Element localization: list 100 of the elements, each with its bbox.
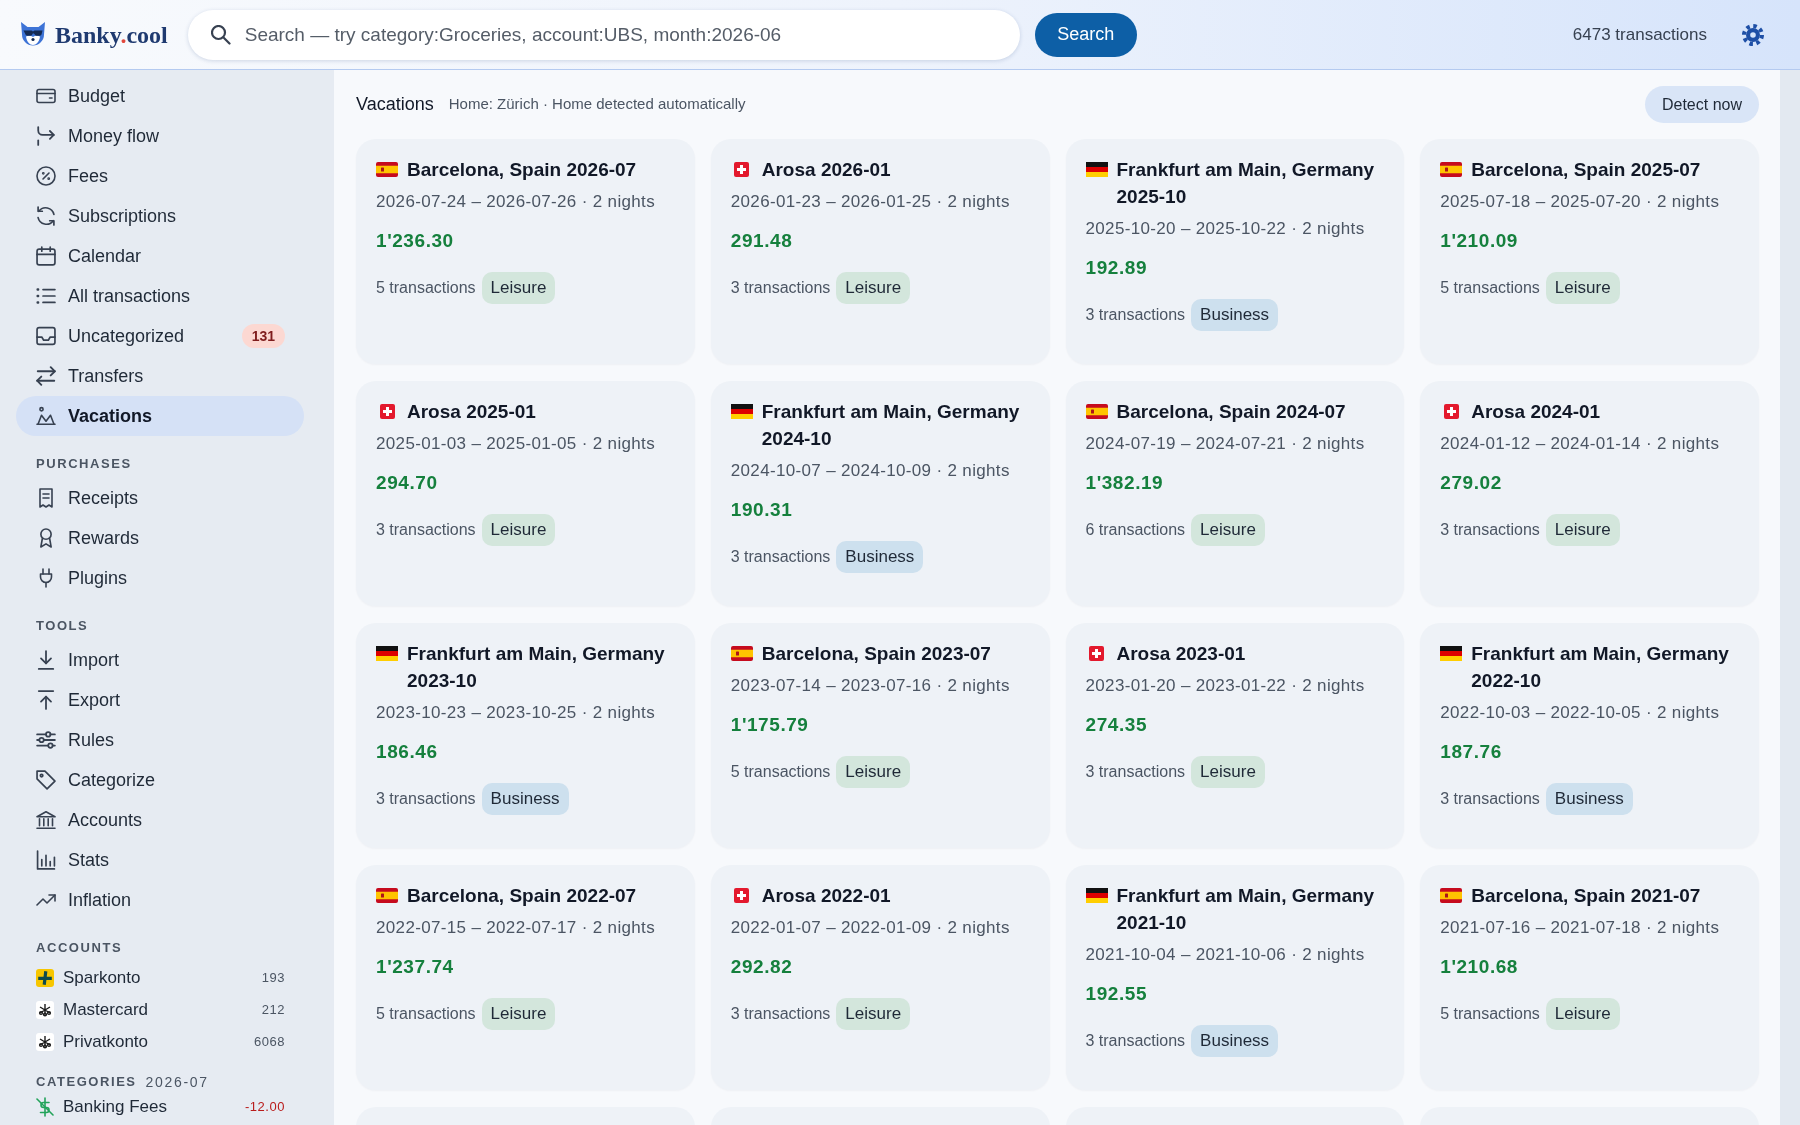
- vacation-card[interactable]: Barcelona, Spain 2021-07 2021-07-16 – 2021-07-18 · 2 nights 1'210.68 5 transactions Leisure: [1420, 865, 1759, 1090]
- nav-item[interactable]: Categorize: [16, 760, 304, 800]
- vacation-title: Frankfurt am Main, Germany 2022-10: [1471, 642, 1730, 693]
- vacation-card[interactable]: Frankfurt am Main, Germany 2022-10 2022-10-03 – 2022-10-05 · 2 nights 187.76 3 transactions Business: [1420, 623, 1759, 848]
- category-tag: Leisure: [1191, 514, 1265, 546]
- date-range: 2022-07-15 – 2022-07-17 · 2 nights: [376, 917, 657, 939]
- vacation-card[interactable]: Frankfurt am Main, Germany 2021-10 2021-10-04 – 2021-10-06 · 2 nights 192.55 3 transactions Business: [1065, 865, 1405, 1090]
- transaction-count: 5 transactions: [1440, 278, 1540, 298]
- vacation-card[interactable]: Arosa 2026-01 2026-01-23 – 2026-01-25 · 2 nights 291.48 3 transactions Leisure: [710, 139, 1050, 364]
- nav-item[interactable]: Calendar: [16, 236, 304, 276]
- total-amount: 190.31: [730, 498, 794, 522]
- transaction-count: 3 transactions: [730, 278, 831, 298]
- transaction-count: 5 transactions: [376, 1004, 476, 1024]
- vacation-card[interactable]: Arosa 2025-01 2025-01-03 – 2025-01-05 · 2 nights 294.70 3 transactions Leisure: [356, 381, 695, 606]
- spain-flag-icon: [1440, 162, 1463, 177]
- category-tag: Business: [836, 541, 924, 573]
- total-amount: 192.55: [1085, 982, 1149, 1006]
- nav-item[interactable]: Fees: [16, 156, 304, 196]
- plus-logo-icon: [36, 969, 54, 987]
- date-range: 2026-01-23 – 2026-01-25 · 2 nights: [730, 191, 1011, 213]
- section-heading: CATEGORIES: [36, 1073, 137, 1092]
- vacation-card[interactable]: Barcelona, Spain 2025-07 2025-07-18 – 2025-07-20 · 2 nights 1'210.09 5 transactions Leisure: [1420, 139, 1759, 364]
- app-logo-text[interactable]: Banky.cool: [55, 22, 168, 47]
- date-range: 2025-10-20 – 2025-10-22 · 2 nights: [1085, 218, 1366, 240]
- transaction-count: 3 transactions: [1085, 762, 1186, 782]
- date-range: 2024-10-07 – 2024-10-09 · 2 nights: [730, 460, 1011, 482]
- settings-icon[interactable]: [1742, 23, 1764, 46]
- vacation-title: Barcelona, Spain 2022-07: [407, 884, 637, 908]
- nav-item[interactable]: Plugins: [16, 558, 304, 598]
- account-count: 212: [261, 1001, 285, 1020]
- spain-flag-icon: [376, 888, 398, 903]
- mountain-icon: [36, 406, 56, 426]
- nav-item[interactable]: Inflation: [16, 880, 304, 920]
- vacation-title: Frankfurt am Main, Germany 2021-10: [1116, 884, 1376, 935]
- date-range: 2021-07-16 – 2021-07-18 · 2 nights: [1440, 917, 1721, 939]
- home-location-text: Home: Zürich · Home detected automatically: [448, 94, 746, 115]
- vacation-title: Barcelona, Spain 2023-07: [761, 642, 991, 666]
- transaction-count: 3 transactions: [1440, 789, 1540, 809]
- nav-item[interactable]: Receipts: [16, 478, 304, 518]
- vacation-card[interactable]: Barcelona, Spain 2023-07 2023-07-14 – 2023-07-16 · 2 nights 1'175.79 5 transactions Leisure: [710, 623, 1050, 848]
- dollar-icon: [36, 1097, 54, 1117]
- vacation-card[interactable]: Barcelona, Spain 2026-07 2026-07-24 – 2026-07-26 · 2 nights 1'236.30 5 transactions Leisure: [356, 139, 695, 364]
- nav-item[interactable]: All transactions: [16, 276, 304, 316]
- asterisk-logo-icon: [36, 1033, 54, 1051]
- nav-item[interactable]: Import: [16, 640, 304, 680]
- total-amount: 279.02: [1440, 471, 1503, 495]
- account-link[interactable]: Sparkonto: [36, 965, 141, 991]
- nav-item[interactable]: Rewards: [16, 518, 304, 558]
- search-button[interactable]: Search: [1034, 12, 1137, 57]
- category-tag: Leisure: [836, 272, 911, 304]
- nav-item[interactable]: Vacations: [16, 396, 304, 436]
- nav-item[interactable]: Rules: [16, 720, 304, 760]
- vacation-card[interactable]: Arosa 2024-01 2024-01-12 – 2024-01-14 · 2 nights 279.02 3 transactions Leisure: [1420, 381, 1759, 606]
- spain-flag-icon: [1085, 404, 1108, 419]
- category-link[interactable]: Banking Fees: [36, 1094, 167, 1120]
- vacation-title: Barcelona, Spain 2025-07: [1471, 158, 1701, 182]
- date-range: 2026-07-24 – 2026-07-26 · 2 nights: [376, 191, 657, 213]
- vacation-card[interactable]: Barcelona, Spain 2022-07 2022-07-15 – 2022-07-17 · 2 nights 1'237.74 5 transactions Leisure: [356, 865, 695, 1090]
- scrollbar-track[interactable]: [1780, 70, 1800, 1125]
- detect-now-button[interactable]: Detect now: [1644, 86, 1759, 123]
- vacation-card[interactable]: Frankfurt am Main, Germany 2025-10 2025-10-20 – 2025-10-22 · 2 nights 192.89 3 transactions Business: [1065, 139, 1405, 364]
- total-amount: 187.76: [1440, 740, 1503, 764]
- germany-flag-icon: [1085, 888, 1108, 903]
- category-tag: Leisure: [481, 272, 556, 304]
- date-range: 2024-01-12 – 2024-01-14 · 2 nights: [1440, 433, 1721, 455]
- vacation-title: Frankfurt am Main, Germany 2023-10: [407, 642, 666, 693]
- transaction-count: 3 transactions: [376, 789, 476, 809]
- germany-flag-icon: [376, 646, 398, 661]
- list-icon: [36, 286, 56, 306]
- wallet-icon: [36, 86, 56, 106]
- nav-item[interactable]: Export: [16, 680, 304, 720]
- nav-item[interactable]: Stats: [16, 840, 304, 880]
- nav-item[interactable]: Accounts: [16, 800, 304, 840]
- vacation-title: Arosa 2026-01: [761, 158, 891, 182]
- nav-item[interactable]: Transfers: [16, 356, 304, 396]
- vacation-card[interactable]: Frankfurt am Main, Germany 2023-10 2023-10-23 – 2023-10-25 · 2 nights 186.46 3 transactions Business: [356, 623, 695, 848]
- account-link[interactable]: Mastercard: [36, 997, 149, 1023]
- count-badge: 131: [241, 324, 285, 348]
- page-title: Vacations: [356, 93, 434, 116]
- nav-item[interactable]: Money flow: [16, 116, 304, 156]
- total-amount: 274.35: [1085, 713, 1149, 737]
- transaction-count: 5 transactions: [376, 278, 476, 298]
- bank-icon: [36, 810, 56, 830]
- category-tag: Business: [1191, 299, 1279, 331]
- vacation-card[interactable]: Arosa 2022-01 2022-01-07 – 2022-01-09 · 2 nights 292.82 3 transactions Leisure: [710, 865, 1050, 1090]
- vacation-card[interactable]: Frankfurt am Main, Germany 2024-10 2024-10-07 – 2024-10-09 · 2 nights 190.31 3 transactions Business: [710, 381, 1050, 606]
- search-field[interactable]: Search — try category:Groceries, account:UBS, month:2026-06: [187, 9, 1020, 60]
- account-link[interactable]: Privatkonto: [36, 1029, 149, 1055]
- nav-item[interactable]: Budget: [16, 76, 304, 116]
- date-range: 2025-01-03 – 2025-01-05 · 2 nights: [376, 433, 657, 455]
- total-amount: 1'237.74: [376, 955, 455, 979]
- germany-flag-icon: [730, 404, 753, 419]
- nav-item[interactable]: Subscriptions: [16, 196, 304, 236]
- vacation-card[interactable]: Arosa 2023-01 2023-01-20 – 2023-01-22 · 2 nights 274.35 3 transactions Leisure: [1065, 623, 1405, 848]
- nav-item[interactable]: Uncategorized: [16, 316, 234, 356]
- total-amount: 1'210.09: [1440, 229, 1519, 253]
- receipt-icon: [36, 488, 56, 508]
- sliders-icon: [36, 730, 56, 750]
- date-range: 2025-07-18 – 2025-07-20 · 2 nights: [1440, 191, 1721, 213]
- vacation-card[interactable]: Barcelona, Spain 2024-07 2024-07-19 – 2024-07-21 · 2 nights 1'382.19 6 transactions Leisure: [1065, 381, 1405, 606]
